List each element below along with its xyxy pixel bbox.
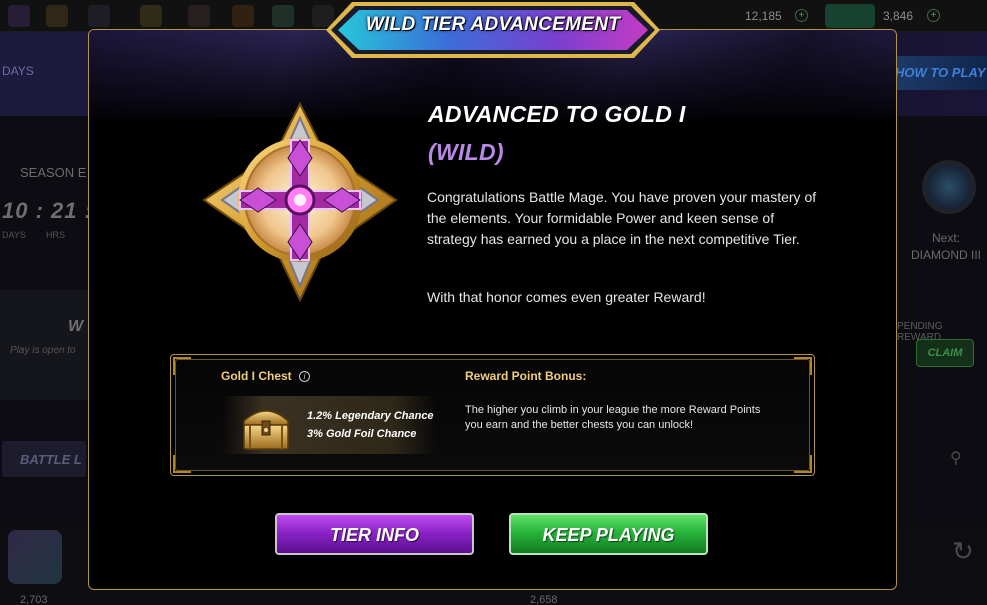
- mode-title: W: [68, 318, 84, 335]
- tier-format-label: (WILD): [428, 139, 504, 165]
- claim-button[interactable]: CLAIM: [916, 339, 974, 367]
- gold-chest-icon: [243, 410, 289, 450]
- player-rating: 2,658: [530, 594, 558, 605]
- add-currency-button[interactable]: +: [927, 9, 940, 22]
- next-tier-name: DIAMOND III: [910, 248, 981, 262]
- corner-ornament: [173, 455, 191, 473]
- battle-button[interactable]: BATTLE L: [2, 441, 86, 477]
- add-currency-button[interactable]: +: [795, 9, 808, 22]
- next-tier-emblem-icon: [922, 160, 976, 214]
- gold-tier-medal-icon: [202, 101, 398, 303]
- nav-icon[interactable]: [140, 5, 162, 27]
- reward-text: With that honor comes even greater Rewar…: [427, 289, 706, 305]
- how-to-play-button[interactable]: HOW TO PLAY: [887, 56, 987, 90]
- tier-info-button[interactable]: TIER INFO: [275, 513, 474, 555]
- congratulations-text: Congratulations Battle Mage. You have pr…: [427, 189, 817, 247]
- next-tier: Next: DIAMOND III: [905, 230, 987, 264]
- timer-hours-label: HRS: [46, 230, 66, 240]
- reward-point-title: Reward Point Bonus:: [465, 369, 587, 383]
- currency-icon: [825, 4, 875, 28]
- nav-icon[interactable]: [8, 5, 30, 27]
- corner-ornament: [794, 455, 812, 473]
- timer-days-label: DAYS: [2, 230, 26, 240]
- legendary-chance: 1.2% Legendary Chance: [307, 410, 434, 422]
- corner-ornament: [173, 357, 191, 375]
- season-label: SEASON E: [20, 165, 87, 180]
- player-avatar[interactable]: [8, 530, 62, 584]
- chest-title: Gold I Chest: [221, 369, 292, 383]
- currency-counter: 12,185: [745, 9, 782, 23]
- corner-ornament: [794, 357, 812, 375]
- tier-heading: ADVANCED TO GOLD I: [428, 101, 686, 127]
- nav-icon[interactable]: [272, 5, 294, 27]
- search-icon[interactable]: ⚲: [950, 448, 962, 468]
- modal-title: WILD TIER ADVANCEMENT: [365, 14, 621, 35]
- gold-foil-chance: 3% Gold Foil Chance: [307, 428, 417, 440]
- keep-playing-button[interactable]: KEEP PLAYING: [509, 513, 708, 555]
- currency-counter: 3,846: [883, 9, 914, 23]
- battle-button-label: BATTLE L: [20, 452, 82, 467]
- season-timer: 10 : 21 :: [2, 198, 93, 223]
- refresh-icon[interactable]: ↻: [952, 536, 974, 567]
- nav-icon[interactable]: [88, 5, 110, 27]
- player-rating: 2,703: [20, 594, 48, 605]
- nav-icon[interactable]: [232, 5, 254, 27]
- nav-icon[interactable]: [46, 5, 68, 27]
- info-icon[interactable]: i: [299, 371, 310, 382]
- next-label: Next:: [931, 231, 960, 245]
- nav-icon[interactable]: [188, 5, 210, 27]
- days-tab-label: DAYS: [2, 64, 34, 78]
- days-tab[interactable]: DAYS: [0, 32, 90, 116]
- reward-point-text: The higher you climb in your league the …: [465, 404, 761, 431]
- mode-hint: Play is open to: [10, 345, 76, 356]
